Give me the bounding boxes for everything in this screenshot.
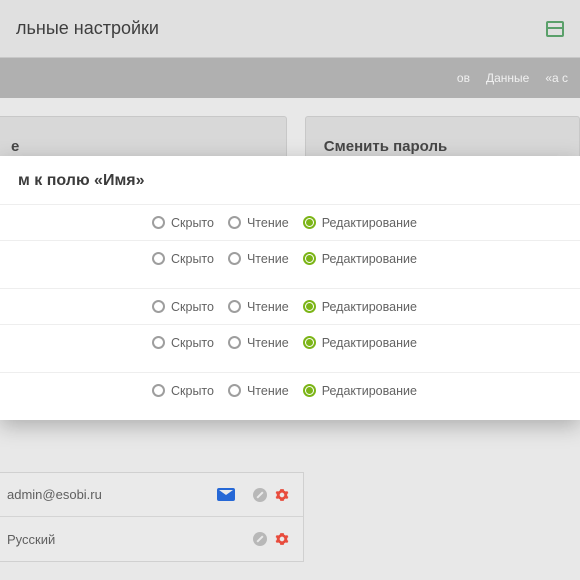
list-row-language[interactable]: Русский: [0, 517, 303, 561]
radio-icon-selected: [303, 300, 316, 313]
email-label: admin@esobi.ru: [7, 487, 217, 502]
radio-icon: [228, 384, 241, 397]
option-hidden[interactable]: Скрыто: [152, 384, 214, 398]
card-icon[interactable]: [546, 21, 564, 37]
option-read[interactable]: Чтение: [228, 384, 289, 398]
option-hidden[interactable]: Скрыто: [152, 216, 214, 230]
option-edit[interactable]: Редактирование: [303, 300, 417, 314]
radio-icon: [152, 384, 165, 397]
permissions-modal: м к полю «Имя» Скрыто Чтение Редактирова…: [0, 156, 580, 420]
option-hidden[interactable]: Скрыто: [152, 336, 214, 350]
gear-icon[interactable]: [275, 488, 289, 502]
radio-icon-selected: [303, 252, 316, 265]
disabled-icon: [253, 488, 267, 502]
radio-icon-selected: [303, 216, 316, 229]
settings-list: admin@esobi.ru Русский: [0, 472, 304, 562]
gear-icon[interactable]: [275, 532, 289, 546]
radio-icon: [152, 300, 165, 313]
mail-icon: [217, 488, 235, 501]
tab-left[interactable]: ов: [457, 71, 470, 85]
permission-row: Скрыто Чтение Редактирование: [0, 372, 580, 408]
header-bar: льные настройки: [0, 0, 580, 58]
option-read[interactable]: Чтение: [228, 300, 289, 314]
radio-icon: [228, 252, 241, 265]
option-read[interactable]: Чтение: [228, 216, 289, 230]
tab-right[interactable]: «а с: [545, 71, 568, 85]
option-edit[interactable]: Редактирование: [303, 336, 417, 350]
list-row-email[interactable]: admin@esobi.ru: [0, 473, 303, 517]
radio-icon: [152, 216, 165, 229]
permission-row: Скрыто Чтение Редактирование: [0, 240, 580, 276]
tab-bar: ов Данные «а с: [0, 58, 580, 98]
option-hidden[interactable]: Скрыто: [152, 300, 214, 314]
radio-icon-selected: [303, 336, 316, 349]
option-read[interactable]: Чтение: [228, 252, 289, 266]
disabled-icon: [253, 532, 267, 546]
option-edit[interactable]: Редактирование: [303, 252, 417, 266]
radio-icon: [228, 336, 241, 349]
language-label: Русский: [7, 532, 253, 547]
modal-title: м к полю «Имя»: [0, 156, 580, 204]
option-edit[interactable]: Редактирование: [303, 384, 417, 398]
radio-icon: [228, 216, 241, 229]
radio-icon: [152, 252, 165, 265]
radio-icon: [152, 336, 165, 349]
tab-data[interactable]: Данные: [486, 71, 529, 85]
option-hidden[interactable]: Скрыто: [152, 252, 214, 266]
permission-row: Скрыто Чтение Редактирование: [0, 288, 580, 324]
permission-row: Скрыто Чтение Редактирование: [0, 324, 580, 360]
radio-icon-selected: [303, 384, 316, 397]
permission-rows: Скрыто Чтение Редактирование Скрыто Чтен…: [0, 204, 580, 408]
radio-icon: [228, 300, 241, 313]
page-title: льные настройки: [16, 18, 546, 39]
option-read[interactable]: Чтение: [228, 336, 289, 350]
permission-row: Скрыто Чтение Редактирование: [0, 204, 580, 240]
option-edit[interactable]: Редактирование: [303, 216, 417, 230]
